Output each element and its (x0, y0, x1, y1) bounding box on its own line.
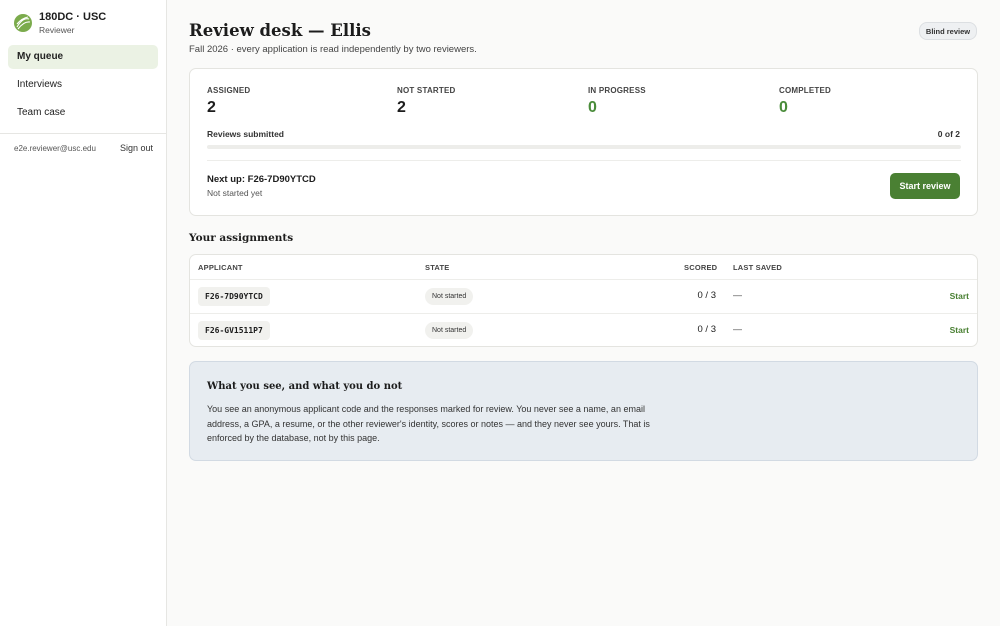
stat-completed: COMPLETED 0 (779, 86, 831, 117)
next-up-title: Next up: F26-7D90YTCD (207, 174, 316, 185)
blind-review-info-card: What you see, and what you do not You se… (189, 361, 978, 461)
stats-card: ASSIGNED 2 NOT STARTED 2 IN PROGRESS 0 C… (189, 68, 978, 216)
sign-out-button[interactable]: Sign out (120, 143, 153, 153)
column-header-applicant: APPLICANT (198, 263, 243, 272)
page-subtitle: Fall 2026 · every application is read in… (189, 44, 477, 55)
stat-value: 0 (588, 99, 597, 116)
stat-assigned: ASSIGNED 2 (207, 86, 250, 117)
column-header-state: STATE (425, 263, 450, 272)
sidebar-item-team-case[interactable]: Team case (8, 101, 158, 125)
brand-role: Reviewer (39, 25, 75, 35)
state-badge: Not started (425, 288, 474, 305)
card-divider (207, 160, 961, 161)
stat-value: 2 (207, 99, 216, 116)
sidebar-item-my-queue[interactable]: My queue (8, 45, 158, 69)
start-link[interactable]: Start (950, 325, 969, 335)
info-title: What you see, and what you do not (207, 381, 403, 392)
table-row: F26-7D90YTCD Not started 0 / 3 — Start (190, 280, 977, 314)
sidebar: 180DC · USC Reviewer My queue Interviews… (0, 0, 167, 626)
column-header-scored: SCORED (684, 263, 718, 272)
stat-label: NOT STARTED (397, 86, 456, 95)
stat-value: 0 (779, 99, 788, 116)
applicant-code: F26-7D90YTCD (198, 287, 270, 306)
stat-in-progress: IN PROGRESS 0 (588, 86, 646, 117)
stat-not-started: NOT STARTED 2 (397, 86, 456, 117)
assignments-title: Your assignments (189, 232, 294, 244)
reviews-submitted-label: Reviews submitted (207, 129, 284, 139)
last-saved-value: — (733, 324, 742, 334)
last-saved-value: — (733, 290, 742, 300)
brand: 180DC · USC Reviewer (13, 10, 106, 36)
column-header-last-saved: LAST SAVED (733, 263, 782, 272)
stat-label: ASSIGNED (207, 86, 251, 95)
stat-label: COMPLETED (779, 86, 832, 95)
user-email: e2e.reviewer@usc.edu (14, 144, 96, 153)
sidebar-divider (0, 133, 166, 134)
brand-name: 180DC · USC (39, 11, 107, 23)
info-body: You see an anonymous applicant code and … (207, 404, 650, 443)
applicant-code: F26-GV1511P7 (198, 321, 270, 340)
stat-label: IN PROGRESS (588, 86, 646, 95)
logo-icon (14, 14, 32, 32)
reviews-progress-bar (207, 145, 961, 149)
reviews-submitted-count: 0 of 2 (937, 129, 960, 139)
assignments-table: APPLICANT STATE SCORED LAST SAVED F26-7D… (189, 254, 978, 347)
page-title: Review desk — Ellis (189, 21, 371, 40)
scored-value: 0 / 3 (697, 290, 717, 301)
sidebar-nav: My queue Interviews Team case (8, 45, 158, 129)
next-up-status: Not started yet (207, 188, 263, 198)
table-row: F26-GV1511P7 Not started 0 / 3 — Start (190, 314, 977, 346)
state-badge: Not started (425, 322, 474, 339)
stat-value: 2 (397, 99, 406, 116)
scored-value: 0 / 3 (697, 324, 717, 335)
blind-review-badge: Blind review (919, 22, 977, 40)
sidebar-item-interviews[interactable]: Interviews (8, 73, 158, 97)
start-link[interactable]: Start (950, 291, 969, 301)
start-review-button[interactable]: Start review (890, 173, 960, 199)
